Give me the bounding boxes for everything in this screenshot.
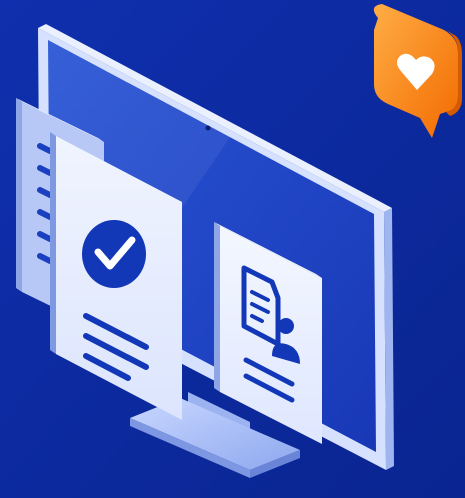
illustration-canvas — [0, 0, 465, 498]
camera-dot — [205, 125, 211, 131]
illustration — [0, 0, 465, 498]
check-circle-icon — [82, 220, 146, 288]
